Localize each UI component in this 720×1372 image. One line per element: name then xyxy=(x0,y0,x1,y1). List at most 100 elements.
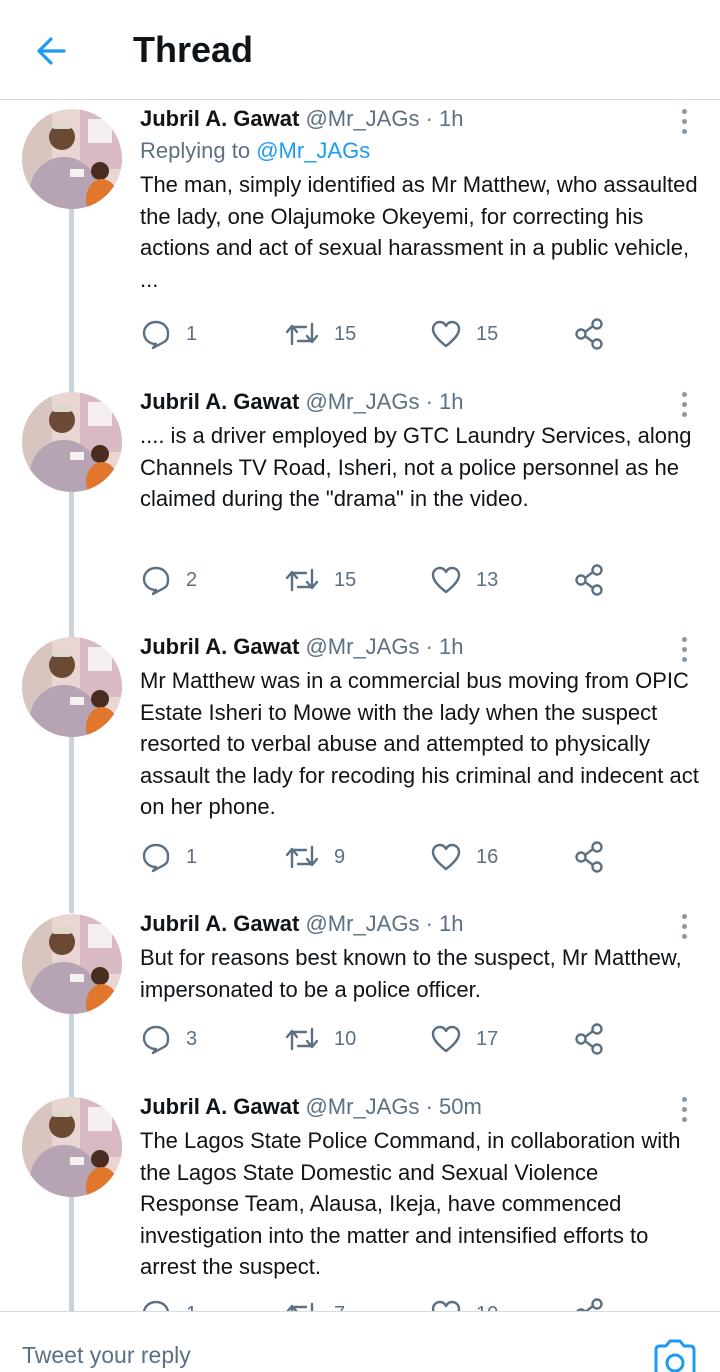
arrow-left-icon xyxy=(37,37,66,65)
like-count: 17 xyxy=(476,1027,499,1050)
avatar[interactable] xyxy=(22,392,122,492)
like-button[interactable]: 17 xyxy=(430,1019,498,1059)
thread-connector xyxy=(69,627,74,635)
like-count: 16 xyxy=(476,845,499,868)
retweet-icon xyxy=(286,1302,314,1311)
tweet-actions: 1 7 10 xyxy=(140,1294,640,1311)
retweet-count: 7 xyxy=(334,1303,345,1312)
camera-button[interactable] xyxy=(652,1338,698,1372)
heart-icon xyxy=(431,1300,461,1311)
avatar[interactable] xyxy=(22,914,122,1014)
retweet-icon xyxy=(285,845,319,869)
retweet-count: 15 xyxy=(334,322,357,345)
author-handle[interactable]: @Mr_JAGs xyxy=(305,1094,419,1119)
author-handle[interactable]: @Mr_JAGs xyxy=(305,106,419,131)
timestamp: 1h xyxy=(439,911,464,936)
share-button[interactable] xyxy=(573,837,605,877)
share-icon xyxy=(575,841,603,873)
tweet-actions: 1 9 16 xyxy=(140,837,640,877)
top-bar: Thread xyxy=(0,0,720,100)
reply-count: 3 xyxy=(186,1027,198,1050)
thread-connector xyxy=(69,492,74,642)
reply-icon xyxy=(142,1025,170,1055)
like-button[interactable]: 15 xyxy=(430,314,498,354)
reply-button[interactable]: 1 xyxy=(140,314,197,354)
reply-count: 1 xyxy=(186,845,198,868)
separator-dot: · xyxy=(425,106,433,131)
tweet-actions: 3 10 17 xyxy=(140,1019,640,1059)
heart-icon xyxy=(431,566,461,594)
reply-composer: Tweet your reply xyxy=(0,1311,720,1372)
separator-dot: · xyxy=(425,1094,433,1119)
tweet-text: But for reasons best known to the suspec… xyxy=(140,945,682,1002)
retweet-button[interactable]: 15 xyxy=(284,314,356,354)
retweet-button[interactable]: 9 xyxy=(284,837,345,877)
share-button[interactable] xyxy=(573,560,605,600)
share-icon xyxy=(575,564,603,596)
reply-button[interactable]: 2 xyxy=(140,560,197,600)
share-button[interactable] xyxy=(573,314,605,354)
reply-button[interactable]: 1 xyxy=(140,837,197,877)
timestamp: 1h xyxy=(439,389,464,414)
share-button[interactable] xyxy=(573,1294,605,1311)
author-name[interactable]: Jubril A. Gawat xyxy=(140,911,299,936)
separator-dot: · xyxy=(425,634,433,659)
tweet-meta: Jubril A. Gawat @Mr_JAGs · 1h xyxy=(140,631,700,663)
reply-button[interactable]: 1 xyxy=(140,1294,197,1311)
mention-link[interactable]: @Mr_JAGs xyxy=(256,138,370,163)
thread-connector xyxy=(69,209,74,397)
author-name[interactable]: Jubril A. Gawat xyxy=(140,634,299,659)
like-button[interactable]: 13 xyxy=(430,560,498,600)
replying-to: Replying to @Mr_JAGs xyxy=(140,135,700,167)
retweet-count: 9 xyxy=(334,845,346,868)
separator-dot: · xyxy=(425,389,433,414)
tweet-meta: Jubril A. Gawat @Mr_JAGs · 50m xyxy=(140,1091,700,1123)
thread-connector xyxy=(69,382,74,390)
reply-icon xyxy=(142,566,170,596)
reply-input[interactable]: Tweet your reply xyxy=(22,1342,191,1369)
like-button[interactable]: 16 xyxy=(430,837,498,877)
reply-icon xyxy=(142,843,170,873)
reply-count: 1 xyxy=(186,322,198,345)
tweet-text: Mr Matthew was in a commercial bus movin… xyxy=(140,668,699,819)
timestamp: 1h xyxy=(439,106,464,131)
author-name[interactable]: Jubril A. Gawat xyxy=(140,106,299,131)
author-name[interactable]: Jubril A. Gawat xyxy=(140,1094,299,1119)
share-icon xyxy=(575,318,603,350)
heart-icon xyxy=(431,843,461,871)
tweet-text: The Lagos State Police Command, in colla… xyxy=(140,1128,681,1279)
retweet-button[interactable]: 7 xyxy=(284,1294,345,1311)
camera-icon xyxy=(654,1339,696,1372)
share-button[interactable] xyxy=(573,1019,605,1059)
reply-count: 1 xyxy=(186,1303,197,1312)
back-button[interactable] xyxy=(30,30,72,72)
retweet-button[interactable]: 15 xyxy=(284,560,356,600)
reply-icon xyxy=(142,320,170,350)
separator-dot: · xyxy=(425,911,433,936)
retweet-icon xyxy=(285,322,319,346)
avatar[interactable] xyxy=(22,109,122,209)
avatar[interactable] xyxy=(22,637,122,737)
like-count: 13 xyxy=(476,568,499,591)
author-name[interactable]: Jubril A. Gawat xyxy=(140,389,299,414)
author-handle[interactable]: @Mr_JAGs xyxy=(305,389,419,414)
like-button[interactable]: 10 xyxy=(430,1294,498,1311)
share-icon xyxy=(575,1023,603,1055)
retweet-button[interactable]: 10 xyxy=(284,1019,356,1059)
tweet-actions: 1 15 15 xyxy=(140,314,640,354)
page-title: Thread xyxy=(133,29,254,70)
thread-list[interactable]: Jubril A. Gawat @Mr_JAGs · 1h Replying t… xyxy=(0,101,720,1311)
timestamp: 1h xyxy=(439,634,464,659)
avatar[interactable] xyxy=(22,1097,122,1197)
retweet-count: 10 xyxy=(334,1027,357,1050)
reply-icon xyxy=(143,1300,169,1311)
author-handle[interactable]: @Mr_JAGs xyxy=(305,634,419,659)
reply-button[interactable]: 3 xyxy=(140,1019,197,1059)
thread-connector xyxy=(69,1197,74,1311)
retweet-count: 15 xyxy=(334,568,357,591)
retweet-icon xyxy=(285,568,319,592)
share-icon xyxy=(576,1298,603,1311)
author-handle[interactable]: @Mr_JAGs xyxy=(305,911,419,936)
timestamp: 50m xyxy=(439,1094,482,1119)
replying-to-label: Replying to xyxy=(140,138,251,163)
